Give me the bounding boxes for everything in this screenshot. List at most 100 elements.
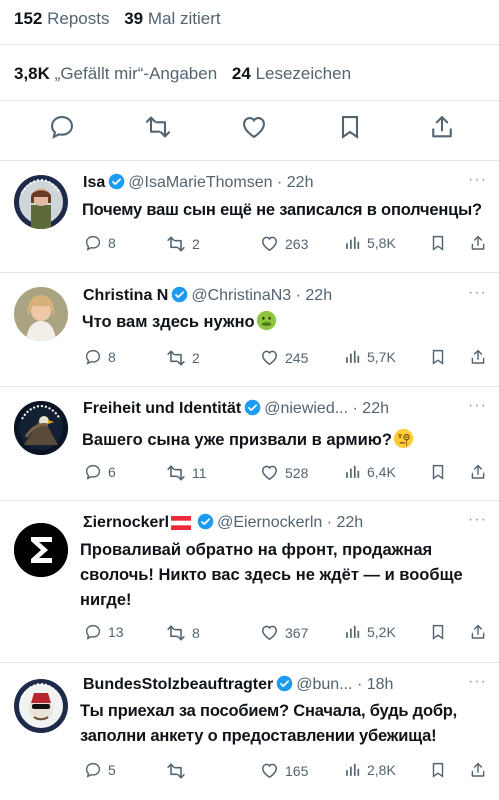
reply-item[interactable]: BundesStolzbeauftragter @bun... · 18h ···… (0, 663, 499, 800)
reply-icon[interactable] (48, 113, 76, 141)
like-button[interactable]: 263 (260, 234, 308, 253)
reposts-quotes-stats: 152 Reposts 39 Mal zitiert (14, 9, 221, 29)
nauseated-face-icon (256, 310, 277, 331)
likes-label[interactable]: „Gefällt mir“-Angaben (55, 64, 218, 83)
views-button[interactable]: 6,4K (344, 463, 396, 480)
bookmarks-count[interactable]: 24 (232, 64, 251, 83)
avatar[interactable] (14, 287, 68, 341)
like-button[interactable]: 165 (260, 761, 308, 780)
bookmark-button[interactable] (429, 348, 447, 366)
timestamp[interactable]: · 22h (353, 400, 389, 417)
view-count: 2,8K (367, 761, 396, 778)
author-name[interactable]: BundesStolzbeauftragter (83, 676, 273, 693)
repost-button[interactable]: 8 (166, 623, 200, 643)
author-name[interactable]: Isa (83, 174, 105, 191)
share-button[interactable] (469, 463, 487, 481)
verified-badge-icon (171, 286, 188, 308)
views-button[interactable]: 5,2K (344, 623, 396, 640)
share-button[interactable] (469, 761, 487, 779)
reposts-count[interactable]: 152 (14, 9, 42, 28)
bookmarks-label[interactable]: Lesezeichen (256, 64, 351, 83)
share-icon[interactable] (428, 113, 456, 141)
reply-text: Вашего сына уже призвали в армию? (82, 431, 392, 449)
main-action-bar (0, 113, 499, 149)
divider (0, 100, 499, 101)
like-icon[interactable] (240, 113, 268, 141)
author-handle[interactable]: @bun... (296, 676, 352, 693)
like-button[interactable]: 245 (260, 348, 308, 367)
repost-button[interactable]: 11 (166, 463, 207, 483)
share-button[interactable] (469, 348, 487, 366)
avatar[interactable] (14, 523, 68, 577)
repost-icon[interactable] (144, 113, 172, 141)
repost-button[interactable]: 2 (166, 234, 200, 254)
views-button[interactable]: 2,8K (344, 761, 396, 778)
likes-count[interactable]: 3,8K (14, 64, 50, 83)
like-count: 367 (285, 624, 309, 641)
more-options-icon[interactable]: ··· (468, 284, 487, 302)
author-handle[interactable]: @Eiernockerln (217, 514, 322, 531)
reply-item[interactable]: Isa @IsaMarieThomsen · 22h ··· Почему ваш… (0, 161, 499, 271)
timestamp[interactable]: · 18h (357, 676, 393, 693)
reply-text-block: Что вам здесь нужно (82, 310, 489, 335)
like-button[interactable]: 528 (260, 463, 308, 482)
timestamp[interactable]: · 22h (296, 287, 332, 304)
reply-item[interactable]: Freiheit und Identität @niewied... · 22h … (0, 387, 499, 499)
timestamp[interactable]: · 22h (277, 174, 313, 191)
reply-item[interactable]: Christina N @ChristinaN3 · 22h ··· Что ва… (0, 273, 499, 385)
reposts-label[interactable]: Reposts (47, 9, 109, 28)
more-options-icon[interactable]: ··· (468, 397, 487, 415)
more-options-icon[interactable]: ··· (468, 511, 487, 529)
author-name[interactable]: Freiheit und Identität (83, 400, 241, 417)
views-button[interactable]: 5,8K (344, 234, 396, 251)
reply-text: Ты приехал за пособием? Сначала, будь до… (80, 702, 458, 745)
bookmark-button[interactable] (429, 761, 447, 779)
author-handle[interactable]: @ChristinaN3 (191, 287, 291, 304)
view-count: 5,8K (367, 234, 396, 251)
author-handle[interactable]: @IsaMarieThomsen (128, 174, 272, 191)
repost-button[interactable] (166, 761, 192, 781)
reply-text: Проваливай обратно на фронт, продажная с… (80, 541, 463, 609)
reply-action-bar: 8 2 263 5,8K (84, 234, 494, 254)
divider (0, 44, 499, 45)
verified-badge-icon (244, 399, 261, 421)
more-options-icon[interactable]: ··· (468, 171, 487, 189)
share-button[interactable] (469, 234, 487, 252)
reply-text: Почему ваш сын ещё не записался в ополче… (82, 201, 482, 219)
repost-count: 2 (192, 350, 200, 366)
reply-text-block: Вашего сына уже призвали в армию? (82, 428, 489, 453)
share-button[interactable] (469, 623, 487, 641)
author-name[interactable]: Ʃiernockerl (83, 514, 169, 531)
bookmark-icon[interactable] (336, 113, 364, 141)
like-count: 528 (285, 464, 309, 481)
verified-badge-icon (197, 513, 214, 535)
avatar[interactable] (14, 175, 68, 229)
verified-badge-icon (108, 173, 125, 195)
views-button[interactable]: 5,7K (344, 348, 396, 365)
bookmark-button[interactable] (429, 463, 447, 481)
quotes-label[interactable]: Mal zitiert (148, 9, 221, 28)
view-count: 5,7K (367, 348, 396, 365)
like-count: 245 (285, 349, 309, 366)
austria-flag-icon (171, 516, 192, 535)
reply-button[interactable]: 6 (84, 463, 116, 481)
avatar[interactable] (14, 401, 68, 455)
reply-item[interactable]: Ʃiernockerl @Eiernockerln · 22h ··· Прова… (0, 501, 499, 661)
quotes-count[interactable]: 39 (124, 9, 143, 28)
bookmark-button[interactable] (429, 623, 447, 641)
view-count: 6,4K (367, 463, 396, 480)
like-button[interactable]: 367 (260, 623, 308, 642)
reply-button[interactable]: 8 (84, 234, 116, 252)
avatar[interactable] (14, 679, 68, 733)
author-name[interactable]: Christina N (83, 287, 168, 304)
author-handle[interactable]: @niewied... (264, 400, 348, 417)
reply-button[interactable]: 8 (84, 348, 116, 366)
repost-button[interactable]: 2 (166, 348, 200, 368)
timestamp[interactable]: · 22h (327, 514, 363, 531)
reply-button[interactable]: 13 (84, 623, 124, 641)
reply-text: Что вам здесь нужно (82, 313, 255, 331)
bookmark-button[interactable] (429, 234, 447, 252)
reply-button[interactable]: 5 (84, 761, 116, 779)
more-options-icon[interactable]: ··· (468, 673, 487, 691)
repost-count: 2 (192, 236, 200, 252)
